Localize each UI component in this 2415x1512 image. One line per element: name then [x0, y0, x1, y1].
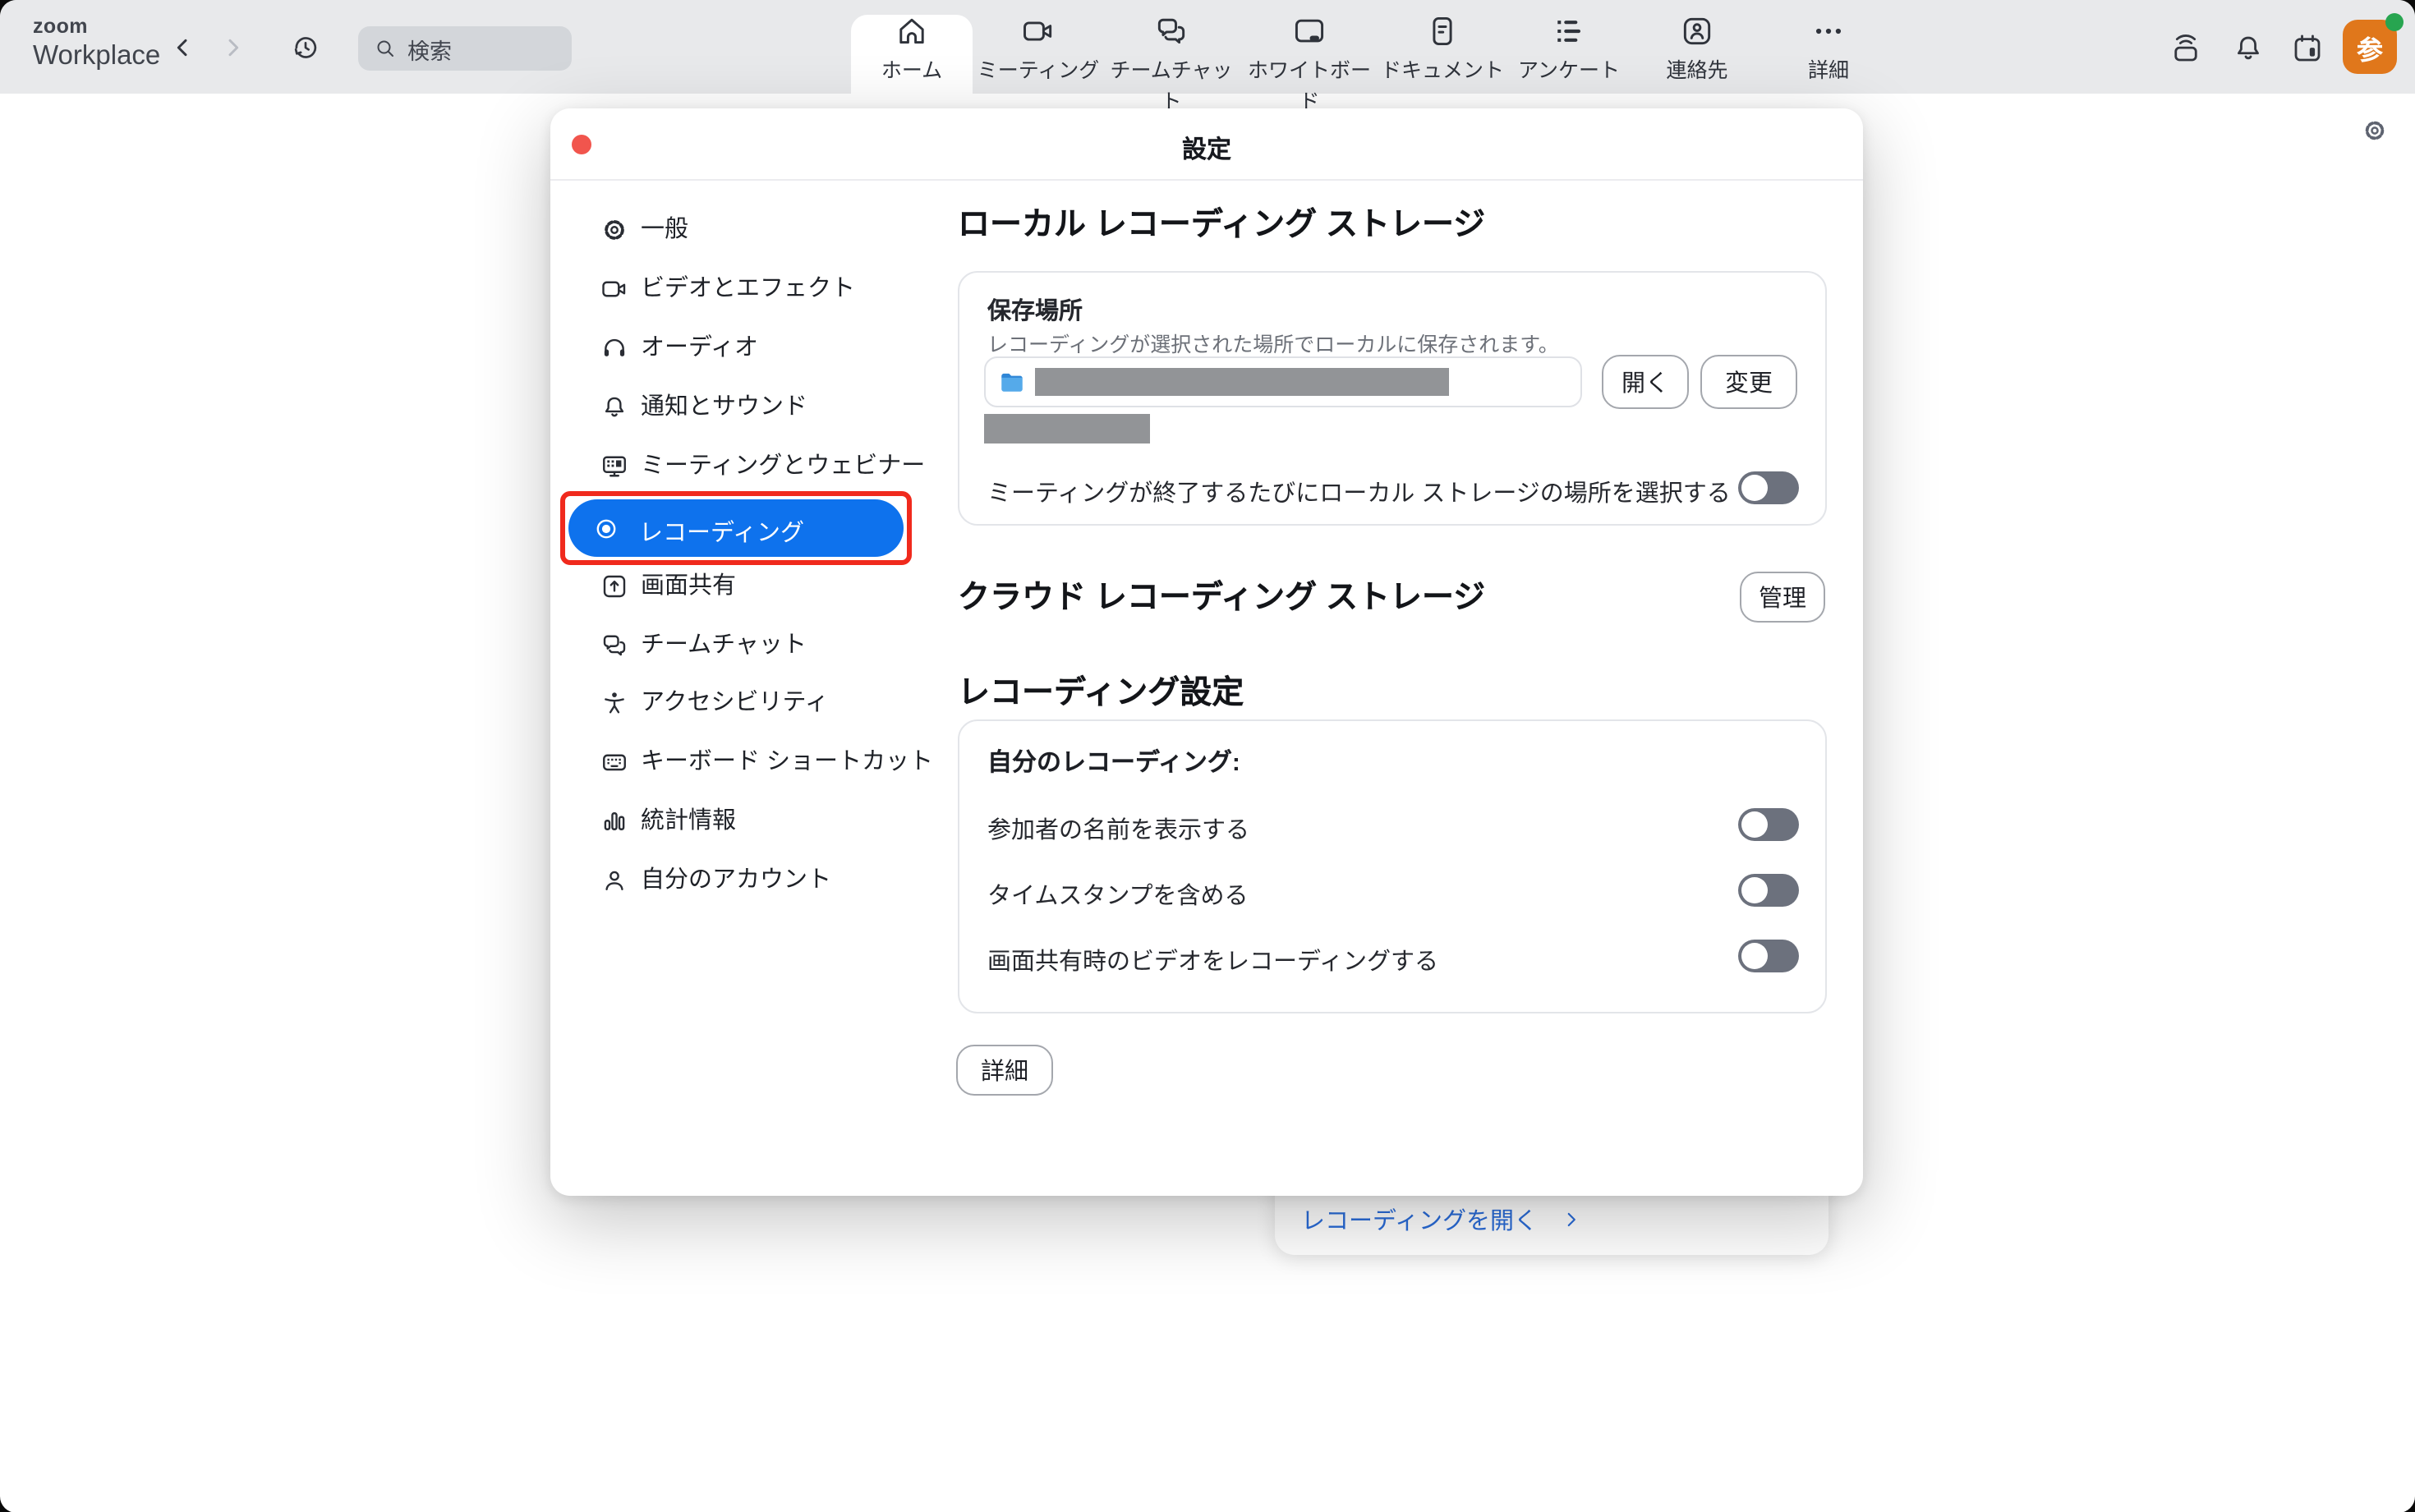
video-icon — [1020, 13, 1056, 49]
tab-whiteboard[interactable]: ホワイトボード — [1240, 0, 1378, 94]
search-input[interactable]: 検索 — [358, 26, 572, 71]
record-icon — [591, 513, 621, 543]
show-names-toggle[interactable] — [1738, 808, 1799, 841]
tab-home[interactable]: ホーム — [843, 0, 981, 94]
sidebar-item-statistics[interactable]: 統計情報 — [570, 792, 923, 851]
choose-location-toggle-label: ミーティングが終了するたびにローカル ストレージの場所を選択する — [987, 475, 1731, 509]
open-button[interactable]: 開く — [1602, 355, 1689, 409]
save-location-description: レコーディングが選択された場所でローカルに保存されます。 — [987, 327, 1559, 358]
team-chat-icon — [1153, 13, 1189, 49]
sidebar-item-general[interactable]: 一般 — [570, 200, 923, 260]
avatar-initial: 参 — [2357, 27, 2383, 67]
sidebar-item-team-chat[interactable]: チームチャット — [570, 616, 923, 675]
settings-dialog: 設定 一般 ビデオとエフェクト オーディオ 通知とサウンド ミーティングとウェビ… — [550, 108, 1863, 1196]
folder-icon — [997, 367, 1027, 397]
open-recordings-link[interactable]: レコーディングを開く — [1301, 1202, 1582, 1237]
sidebar-item-recording[interactable]: レコーディング — [568, 499, 904, 557]
screen-share-icon — [600, 572, 629, 601]
gear-icon[interactable] — [2361, 117, 2389, 145]
tab-meetings[interactable]: ミーティング — [969, 0, 1107, 94]
dialog-header: 設定 — [550, 108, 1863, 181]
sidebar-item-notifications[interactable]: 通知とサウンド — [570, 378, 923, 437]
team-chat-icon — [600, 631, 629, 660]
chevron-right-icon — [1561, 1209, 1582, 1230]
tab-team-chat[interactable]: チームチャット — [1102, 0, 1240, 94]
history-icon[interactable] — [289, 31, 322, 64]
change-button[interactable]: 変更 — [1700, 355, 1797, 409]
chevron-right-icon[interactable] — [220, 34, 246, 61]
sidebar-item-keyboard-shortcuts[interactable]: キーボード ショートカット — [570, 733, 923, 792]
sidebar-item-my-account[interactable]: 自分のアカウント — [570, 851, 923, 910]
sidebar-item-screen-share[interactable]: 画面共有 — [570, 557, 923, 616]
video-icon — [600, 274, 629, 304]
survey-icon — [1551, 13, 1587, 49]
search-placeholder: 検索 — [407, 32, 452, 65]
zoom-workplace-window: zoom Workplace 検索 ホーム ミーティング チームチャット ホワイ… — [0, 0, 2415, 1512]
sidebar-item-video[interactable]: ビデオとエフェクト — [570, 260, 923, 319]
bell-icon — [600, 393, 629, 422]
timestamp-toggle[interactable] — [1738, 874, 1799, 907]
logo-line1: zoom — [33, 16, 160, 37]
tab-surveys[interactable]: アンケート — [1500, 0, 1638, 94]
document-icon — [1424, 13, 1460, 49]
account-icon — [600, 866, 629, 895]
record-shared-video-toggle[interactable] — [1738, 940, 1799, 972]
avatar[interactable]: 参 — [2343, 20, 2397, 74]
bell-icon[interactable] — [2231, 31, 2266, 66]
home-icon — [894, 13, 930, 49]
choose-location-toggle[interactable] — [1738, 471, 1799, 504]
contacts-icon — [1679, 13, 1715, 49]
save-location-label: 保存場所 — [987, 292, 1083, 327]
gear-icon — [600, 215, 629, 245]
save-location-path-field[interactable] — [984, 356, 1582, 407]
advanced-button[interactable]: 詳細 — [956, 1045, 1053, 1096]
local-storage-heading: ローカル レコーディング ストレージ — [958, 197, 1485, 245]
calendar-icon[interactable] — [2290, 31, 2325, 66]
logo-line2: Workplace — [33, 42, 160, 69]
zoom-workplace-logo: zoom Workplace — [33, 16, 160, 69]
manage-button[interactable]: 管理 — [1740, 572, 1825, 623]
tab-more[interactable]: 詳細 — [1760, 0, 1898, 94]
presence-dot — [2385, 13, 2404, 31]
chevron-left-icon[interactable] — [169, 34, 196, 61]
redacted-storage-info — [984, 414, 1150, 443]
meeting-screen-icon — [600, 452, 629, 481]
sidebar-item-meetings-webinars[interactable]: ミーティングとウェビナー — [570, 437, 923, 496]
tab-docs[interactable]: ドキュメント — [1373, 0, 1511, 94]
timestamp-toggle-label: タイムスタンプを含める — [987, 877, 1249, 912]
local-storage-card: 保存場所 レコーディングが選択された場所でローカルに保存されます。 開く 変更 … — [958, 271, 1827, 526]
headphones-icon — [600, 333, 629, 363]
sidebar-item-accessibility[interactable]: アクセシビリティ — [570, 673, 923, 733]
devices-icon[interactable] — [2169, 31, 2203, 66]
redacted-path-text — [1035, 368, 1449, 396]
tab-contacts[interactable]: 連絡先 — [1628, 0, 1766, 94]
toggle-knob — [1741, 877, 1768, 903]
ellipsis-icon — [1810, 13, 1847, 49]
whiteboard-icon — [1291, 13, 1327, 49]
keyboard-icon — [600, 747, 629, 777]
record-shared-video-toggle-label: 画面共有時のビデオをレコーディングする — [987, 943, 1438, 977]
toggle-knob — [1741, 943, 1768, 969]
toggle-knob — [1741, 475, 1768, 501]
cloud-storage-heading: クラウド レコーディング ストレージ — [958, 570, 1485, 618]
stats-icon — [600, 807, 629, 836]
my-recordings-label: 自分のレコーディング: — [987, 744, 1240, 779]
top-bar: zoom Workplace 検索 ホーム ミーティング チームチャット ホワイ… — [0, 0, 2415, 94]
search-icon — [373, 36, 398, 61]
recording-settings-card: 自分のレコーディング: 参加者の名前を表示する タイムスタンプを含める 画面共有… — [958, 719, 1827, 1013]
toggle-knob — [1741, 811, 1768, 838]
show-names-toggle-label: 参加者の名前を表示する — [987, 811, 1249, 846]
sidebar-item-audio[interactable]: オーディオ — [570, 319, 923, 378]
dialog-title: 設定 — [550, 131, 1863, 166]
recording-settings-heading: レコーディング設定 — [958, 665, 1244, 713]
accessibility-icon — [600, 688, 629, 718]
